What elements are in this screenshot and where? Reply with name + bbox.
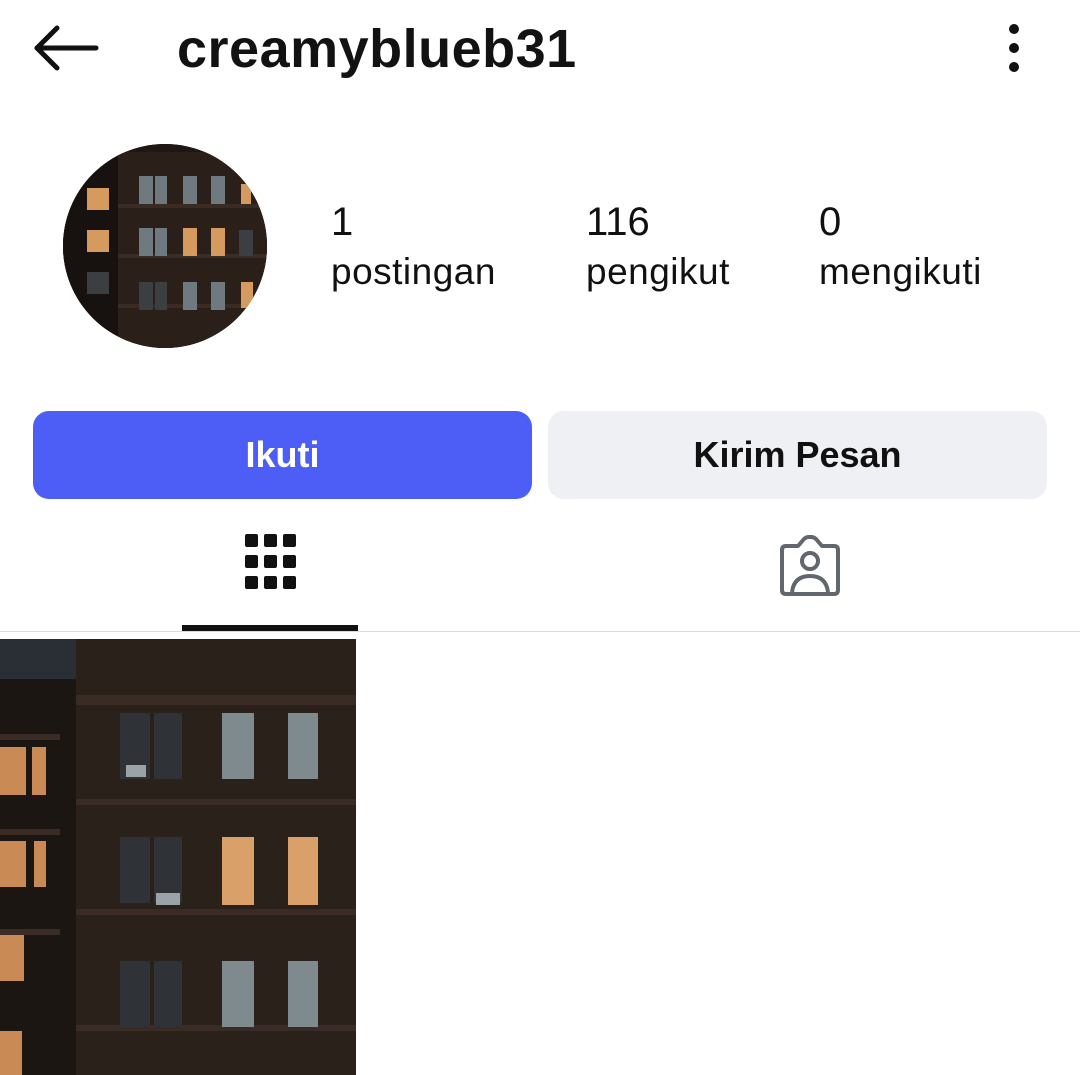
tab-tagged[interactable] <box>720 520 900 632</box>
tab-posts-grid[interactable] <box>182 520 358 632</box>
more-options-button[interactable] <box>994 20 1034 76</box>
top-bar: creamyblueb31 <box>0 0 1080 100</box>
tagged-person-icon <box>780 535 840 596</box>
arrow-left-icon <box>34 25 99 71</box>
profile-username: creamyblueb31 <box>177 19 577 79</box>
profile-page: creamyblueb31 1 postingan 116 pengikut 0… <box>0 0 1080 1075</box>
vertical-dots-icon <box>1009 24 1019 72</box>
avatar-building-image <box>63 144 267 348</box>
followers-stat[interactable]: 116 pengikut <box>586 196 730 296</box>
post-thumbnail[interactable] <box>0 639 356 1075</box>
following-label: mengikuti <box>819 251 982 292</box>
profile-avatar[interactable] <box>63 144 267 348</box>
back-button[interactable] <box>30 18 102 78</box>
tabs-divider <box>0 631 1080 632</box>
follow-button[interactable]: Ikuti <box>33 411 532 499</box>
posts-count: 1 <box>331 200 354 244</box>
post-building-image <box>0 639 356 1075</box>
posts-stat[interactable]: 1 postingan <box>331 196 496 296</box>
followers-label: pengikut <box>586 251 730 292</box>
grid-icon <box>245 534 296 589</box>
send-message-button[interactable]: Kirim Pesan <box>548 411 1047 499</box>
posts-label: postingan <box>331 251 496 292</box>
profile-tabs <box>0 520 1080 632</box>
followers-count: 116 <box>586 200 650 244</box>
following-stat[interactable]: 0 mengikuti <box>819 196 982 296</box>
following-count: 0 <box>819 200 842 244</box>
